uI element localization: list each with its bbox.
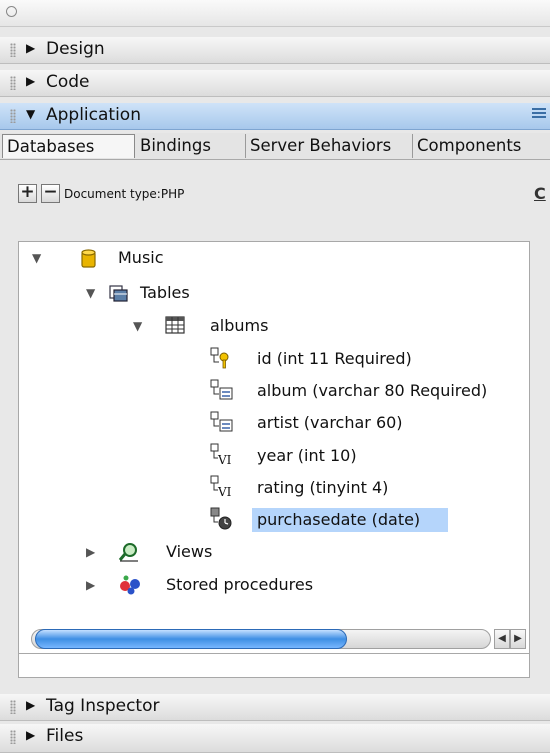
column-row[interactable]: VI rating (tinyint 4)	[210, 475, 520, 501]
column-row[interactable]: id (int 11 Required)	[210, 346, 520, 372]
truncated-link[interactable]: C	[534, 184, 546, 203]
column-label: artist (varchar 60)	[257, 413, 403, 432]
grip-icon[interactable]	[10, 730, 16, 744]
tab-bar: Databases Bindings Server Behaviors Comp…	[0, 133, 550, 160]
panel-code-label[interactable]: Code	[46, 72, 90, 92]
table-grid-icon	[165, 316, 185, 334]
add-button[interactable]: +	[18, 184, 37, 203]
procedures-label: Stored procedures	[166, 575, 314, 594]
connection-label: Music	[118, 248, 164, 267]
panel-tag-inspector-label[interactable]: Tag Inspector	[46, 696, 159, 716]
tree-row-tables[interactable]: ▼ Tables	[86, 280, 516, 306]
options-menu-icon[interactable]	[532, 108, 546, 122]
panel-design[interactable]: ▶ Design	[0, 37, 550, 64]
key-column-icon	[210, 347, 229, 369]
triangle-right-icon[interactable]: ▶	[26, 698, 35, 712]
panel-code[interactable]: ▶ Code	[0, 70, 550, 97]
panel-tag-inspector[interactable]: ▶ Tag Inspector	[0, 694, 550, 721]
column-row[interactable]: album (varchar 80 Required)	[210, 378, 520, 404]
remove-button[interactable]: −	[41, 184, 60, 203]
circle-icon[interactable]	[6, 6, 17, 17]
column-row-selected[interactable]: purchasedate (date)	[210, 507, 520, 533]
horizontal-scrollbar[interactable]: ◀ ▶	[18, 626, 530, 654]
tab-bindings[interactable]: Bindings	[136, 134, 246, 158]
triangle-right-icon[interactable]: ▶	[26, 41, 35, 55]
panel-files-label[interactable]: Files	[46, 726, 83, 746]
triangle-right-icon[interactable]: ▶	[86, 578, 95, 592]
column-row[interactable]: VI year (int 10)	[210, 443, 520, 469]
table-label: albums	[210, 316, 269, 335]
grip-icon[interactable]	[10, 109, 16, 123]
triangle-right-icon[interactable]: ▶	[26, 74, 35, 88]
column-label: purchasedate (date)	[257, 510, 421, 529]
triangle-down-icon[interactable]: ▼	[32, 251, 41, 265]
tree-row-views[interactable]: ▶ Views	[86, 539, 386, 565]
panel-application-label[interactable]: Application	[46, 105, 141, 125]
triangle-down-icon[interactable]: ▼	[133, 319, 142, 333]
triangle-down-icon[interactable]: ▼	[86, 286, 95, 300]
column-label: year (int 10)	[257, 446, 357, 465]
tab-components[interactable]: Components	[413, 134, 550, 158]
window-top-strip	[0, 0, 550, 27]
grip-icon[interactable]	[10, 43, 16, 57]
text-column-icon	[210, 411, 233, 432]
svg-text:VI: VI	[217, 453, 232, 467]
numeric-column-icon: VI	[210, 475, 232, 499]
numeric-column-icon: VI	[210, 443, 232, 467]
tree-row-stored-procedures[interactable]: ▶ Stored procedures	[86, 572, 486, 598]
column-row[interactable]: artist (varchar 60)	[210, 410, 520, 436]
views-icon	[118, 543, 138, 562]
stored-procedures-icon	[120, 575, 140, 595]
panel-files[interactable]: ▶ Files	[0, 724, 550, 753]
column-label: rating (tinyint 4)	[257, 478, 389, 497]
tab-databases[interactable]: Databases	[2, 134, 135, 158]
triangle-right-icon[interactable]: ▶	[26, 728, 35, 742]
column-label: id (int 11 Required)	[257, 349, 412, 368]
tree-row-connection[interactable]: ▼ Music	[32, 245, 522, 271]
tables-label: Tables	[140, 283, 190, 302]
date-column-icon	[210, 507, 232, 530]
document-type-label: Document type:PHP	[64, 187, 185, 201]
grip-icon[interactable]	[10, 700, 16, 714]
grip-icon[interactable]	[10, 76, 16, 90]
triangle-down-icon[interactable]: ▼	[26, 107, 35, 121]
panel-application[interactable]: ▼ Application	[0, 103, 550, 130]
text-column-icon	[210, 379, 233, 400]
scroll-right-arrow-icon[interactable]: ▶	[510, 629, 526, 649]
tables-icon	[109, 285, 128, 302]
database-icon	[81, 249, 96, 268]
scroll-left-arrow-icon[interactable]: ◀	[494, 629, 510, 649]
tab-server-behaviors[interactable]: Server Behaviors	[246, 134, 413, 158]
triangle-right-icon[interactable]: ▶	[86, 545, 95, 559]
scroll-thumb[interactable]	[35, 629, 347, 649]
views-label: Views	[166, 542, 213, 561]
tree-row-table-albums[interactable]: ▼ albums	[133, 313, 513, 339]
svg-text:VI: VI	[217, 485, 232, 499]
column-label: album (varchar 80 Required)	[257, 381, 488, 400]
panel-design-label[interactable]: Design	[46, 39, 105, 59]
